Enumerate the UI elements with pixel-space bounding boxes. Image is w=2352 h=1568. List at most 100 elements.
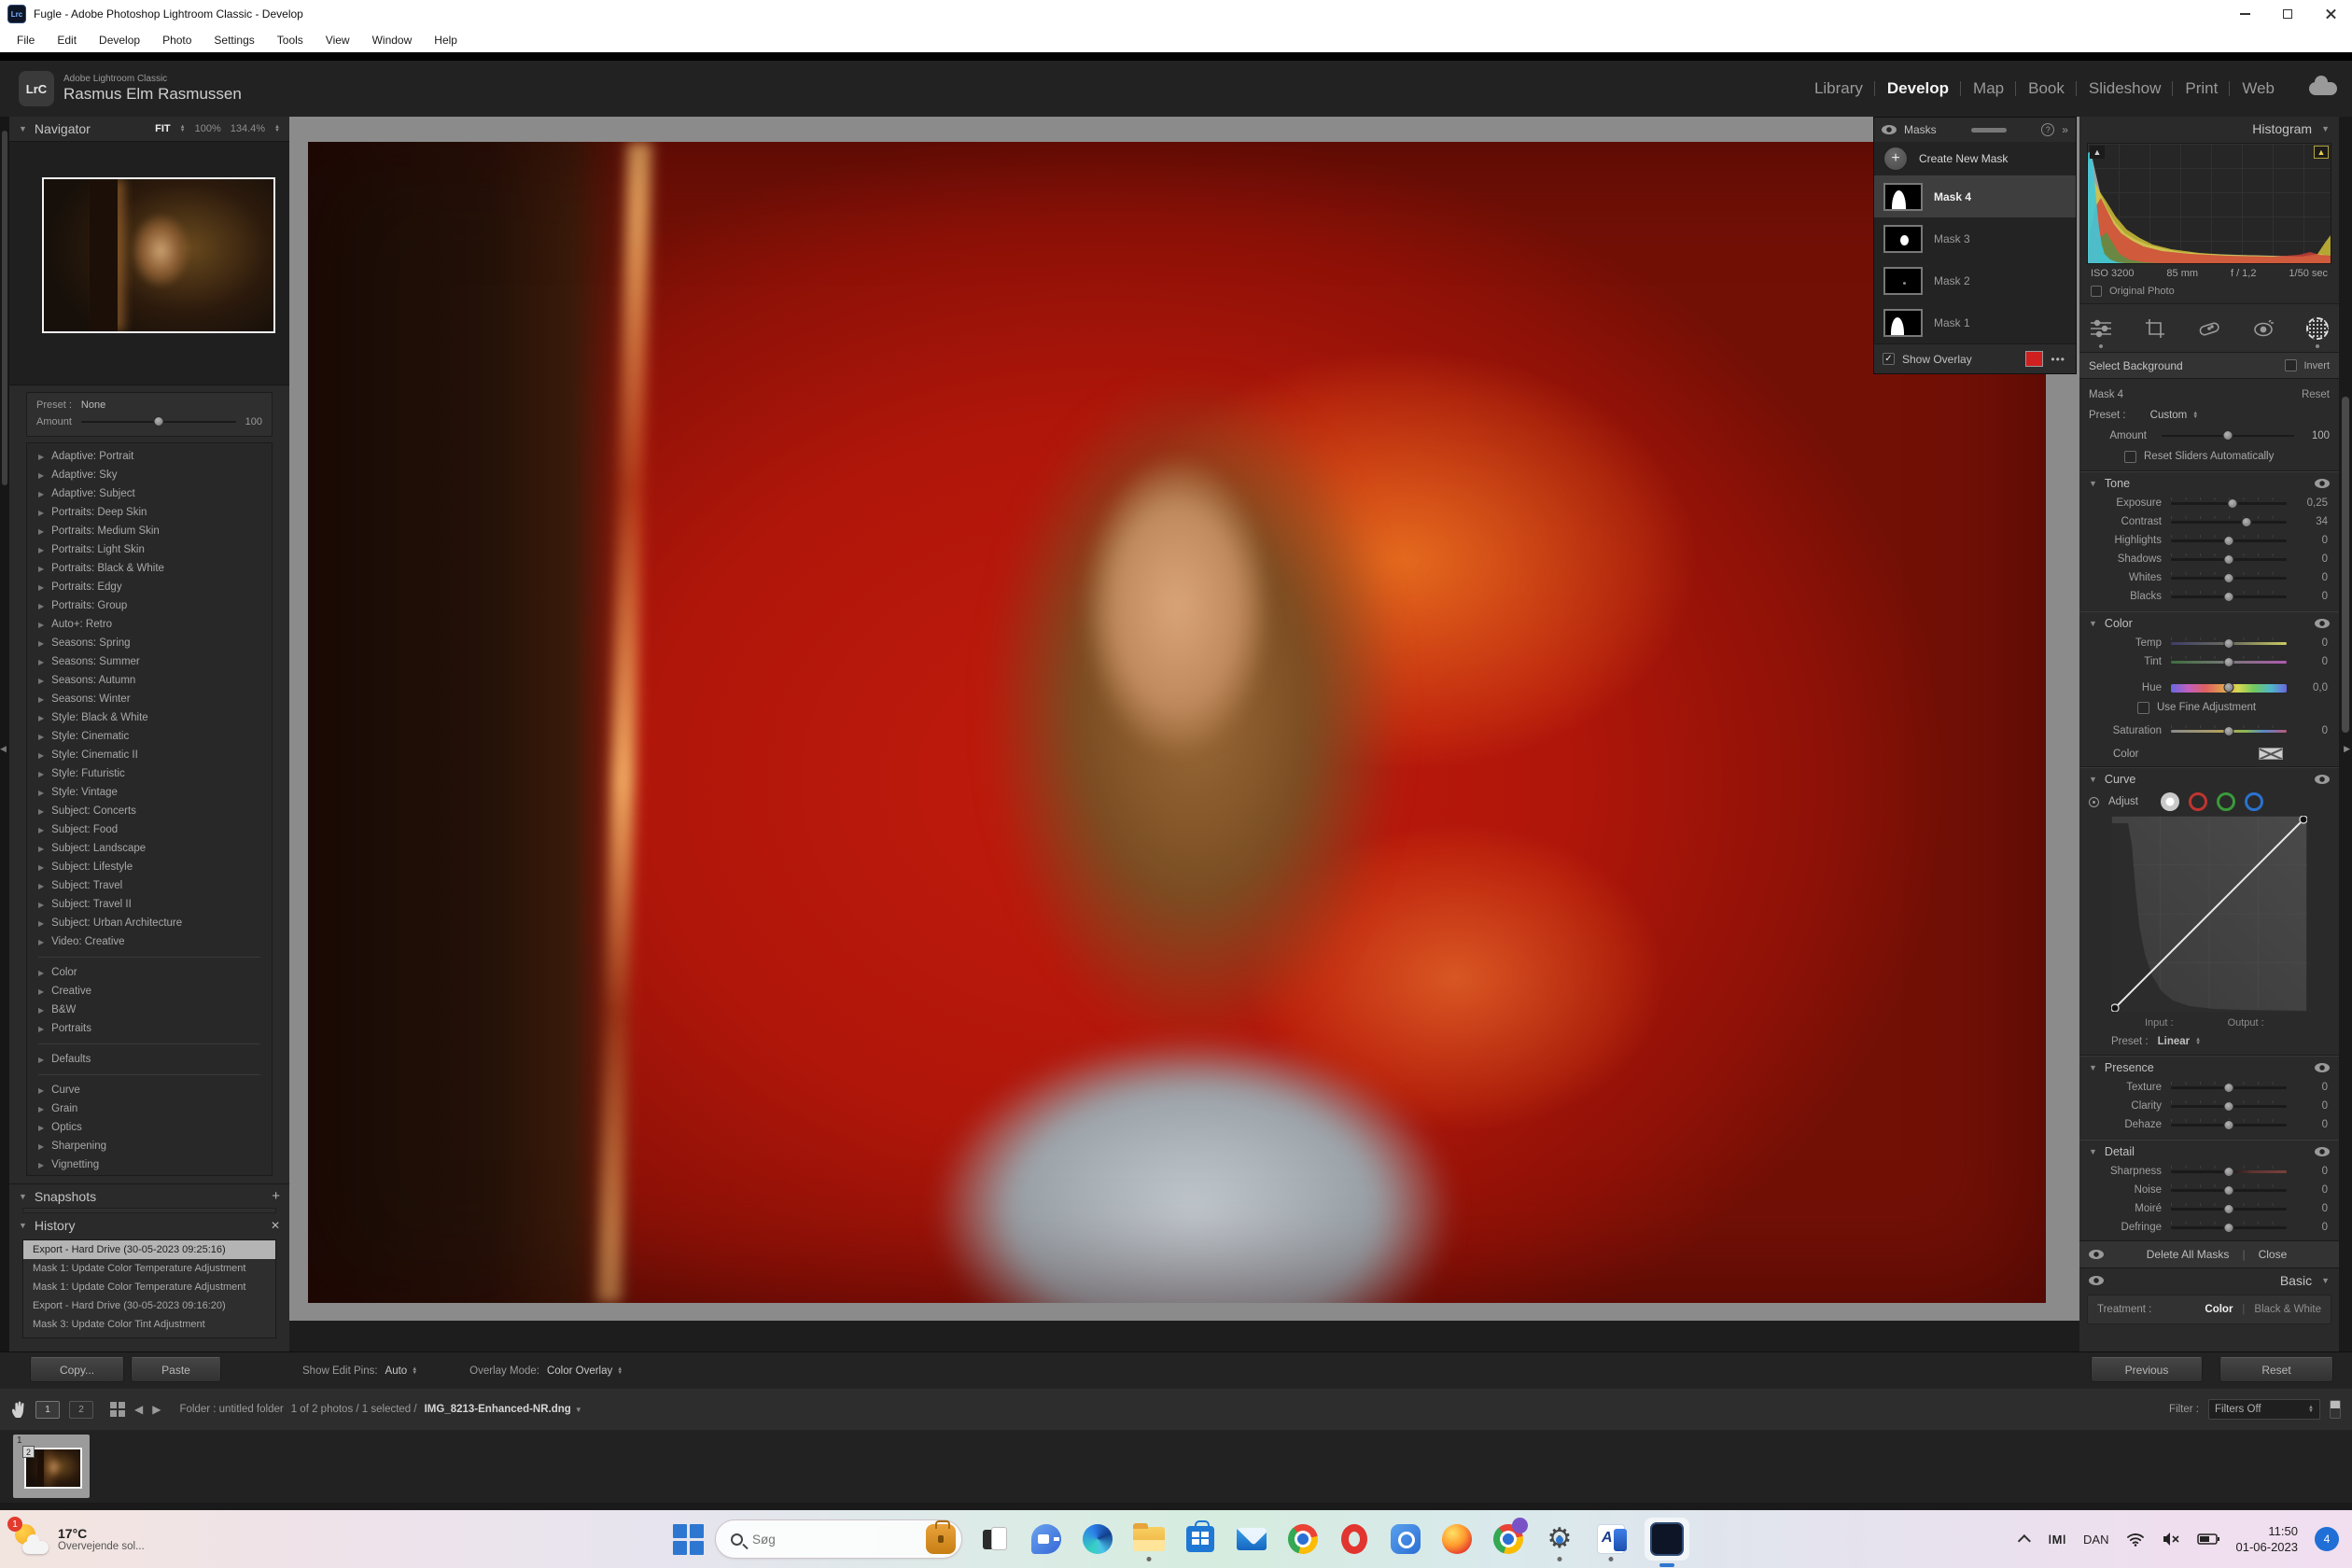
slider-track[interactable]	[2171, 558, 2287, 561]
expand-triangle-icon[interactable]: ▶	[38, 807, 44, 816]
left-scrollbar[interactable]: ◀	[0, 117, 9, 1351]
preset-item[interactable]: ▶ Sharpening	[27, 1137, 272, 1155]
slider-thumb[interactable]	[2224, 657, 2234, 667]
cloud-sync-icon[interactable]	[2309, 82, 2337, 95]
masking-tool-icon[interactable]	[2305, 316, 2330, 341]
preset-item[interactable]: ▶ Adaptive: Subject	[27, 484, 272, 503]
slider-track[interactable]	[2171, 595, 2287, 598]
eye-icon[interactable]	[2315, 619, 2330, 628]
chrome-icon[interactable]	[1285, 1521, 1321, 1557]
curve-channel-blue[interactable]	[2245, 792, 2263, 811]
expand-triangle-icon[interactable]: ▶	[38, 770, 44, 778]
slider-thumb[interactable]	[153, 416, 163, 427]
navigator-header[interactable]: ▼ Navigator FIT ▲▼ 100% 134.4% ▲▼	[9, 117, 289, 141]
preset-item[interactable]: ▶ Adaptive: Portrait	[27, 447, 272, 466]
scrollbar-thumb[interactable]	[2, 131, 7, 485]
eye-icon[interactable]	[1882, 125, 1897, 134]
module-tab[interactable]: Library	[1802, 79, 1875, 98]
preset-item[interactable]: ▶ Subject: Food	[27, 820, 272, 839]
start-button[interactable]	[670, 1521, 706, 1557]
expand-triangle-icon[interactable]: ▶	[38, 490, 44, 498]
expand-triangle-icon[interactable]: ▶	[38, 882, 44, 890]
paste-button[interactable]: Paste	[131, 1357, 221, 1382]
curve-channel-all[interactable]	[2161, 792, 2179, 811]
main-photo[interactable]	[308, 142, 2046, 1303]
slider-thumb[interactable]	[2224, 682, 2234, 693]
curve-preset-select[interactable]: Linear ▲▼	[2158, 1036, 2201, 1047]
filename-menu[interactable]: IMG_8213-Enhanced-NR.dng▼	[425, 1404, 590, 1415]
slider-thumb[interactable]	[2224, 1101, 2234, 1112]
slider-thumb[interactable]	[2224, 592, 2234, 602]
history-header[interactable]: ▼ History ✕	[9, 1213, 289, 1238]
preset-item[interactable]: ▶ Color	[27, 963, 272, 982]
mask-amount-slider[interactable]	[2162, 435, 2294, 437]
color-header[interactable]: ▼ Color	[2079, 611, 2339, 634]
menu-item[interactable]: Settings	[203, 34, 265, 47]
weather-widget[interactable]: 1 17°C Overvejende sol...	[0, 1520, 280, 1558]
navigator-zoom-100[interactable]: 100%	[195, 123, 221, 134]
top-panel-collapse[interactable]: ▲	[0, 52, 2352, 61]
preset-item[interactable]: ▶ Style: Cinematic	[27, 727, 272, 746]
clear-history-icon[interactable]: ✕	[271, 1219, 280, 1232]
show-overlay-checkbox[interactable]: ✓	[1883, 353, 1895, 365]
expand-triangle-icon[interactable]: ▶	[38, 1124, 44, 1132]
file-explorer-icon[interactable]	[1131, 1521, 1167, 1557]
navigator-thumbnail[interactable]	[42, 177, 275, 333]
module-tab[interactable]: Web	[2230, 79, 2287, 98]
bottom-panel-collapse[interactable]: ▼	[0, 1503, 2352, 1510]
show-edit-pins-select[interactable]: Auto ▲▼	[385, 1365, 418, 1377]
tray-expand-icon[interactable]	[2018, 1534, 2031, 1547]
presence-header[interactable]: ▼ Presence	[2079, 1056, 2339, 1078]
shadow-clipping-icon[interactable]: ▲	[2090, 146, 2105, 159]
expand-triangle-icon[interactable]: ▶	[38, 583, 44, 592]
collapse-panel-icon[interactable]: »	[2062, 123, 2068, 136]
expand-triangle-icon[interactable]: ▶	[38, 826, 44, 834]
invert-checkbox[interactable]	[2285, 359, 2297, 371]
menu-item[interactable]: Help	[423, 34, 469, 47]
expand-triangle-icon[interactable]: ▶	[38, 714, 44, 722]
create-new-mask-button[interactable]: + Create New Mask	[1874, 142, 2076, 175]
slider-thumb[interactable]	[2224, 573, 2234, 583]
right-scrollbar[interactable]: ▶	[2339, 117, 2352, 1351]
help-icon[interactable]: ?	[2041, 123, 2054, 136]
menu-item[interactable]: Tools	[266, 34, 315, 47]
preset-item[interactable]: ▶ Subject: Travel	[27, 876, 272, 895]
eye-icon[interactable]	[2315, 1147, 2330, 1156]
slider-thumb[interactable]	[2224, 1223, 2234, 1233]
slider-track[interactable]	[2171, 502, 2287, 505]
overlay-mode-select[interactable]: Color Overlay ▲▼	[547, 1365, 623, 1377]
tone-curve[interactable]	[2111, 816, 2307, 1012]
drag-handle[interactable]	[1971, 128, 2007, 133]
expand-triangle-icon[interactable]: ▶	[38, 789, 44, 797]
expand-triangle-icon[interactable]: ▶	[38, 938, 44, 946]
slider-track[interactable]	[2171, 1189, 2287, 1192]
Mask 4[interactable]: Mask 4	[1874, 175, 2076, 217]
collapse-left-icon[interactable]: ◀	[0, 744, 7, 754]
zoom-updown-icon[interactable]: ▲▼	[274, 125, 280, 133]
filter-toggle[interactable]	[2330, 1400, 2341, 1419]
expand-triangle-icon[interactable]: ▶	[38, 1006, 44, 1015]
expand-triangle-icon[interactable]: ▶	[38, 527, 44, 536]
module-tab[interactable]: Slideshow	[2077, 79, 2174, 98]
taskbar-search[interactable]	[715, 1519, 962, 1559]
slider-thumb[interactable]	[2224, 554, 2234, 565]
menu-item[interactable]: Develop	[88, 34, 151, 47]
maximize-button[interactable]	[2266, 0, 2309, 28]
fit-updown-icon[interactable]: ▲▼	[180, 125, 186, 133]
previous-photo-icon[interactable]: ◀	[134, 1403, 143, 1416]
slider-thumb[interactable]	[2223, 430, 2233, 441]
highlight-clipping-icon[interactable]: ▲	[2314, 146, 2329, 159]
module-tab[interactable]: Develop	[1875, 79, 1961, 98]
mask-preset-select[interactable]: Custom ▲▼	[2150, 410, 2199, 421]
expand-triangle-icon[interactable]: ▶	[38, 733, 44, 741]
messenger-app-icon[interactable]	[1388, 1521, 1423, 1557]
expand-triangle-icon[interactable]: ▶	[38, 1086, 44, 1095]
expand-triangle-icon[interactable]: ▶	[38, 845, 44, 853]
microsoft-store-icon[interactable]	[1183, 1521, 1218, 1557]
eye-icon[interactable]	[2089, 1276, 2104, 1285]
copy-button[interactable]: Copy...	[30, 1357, 124, 1382]
task-view-icon[interactable]	[977, 1521, 1013, 1557]
curve-header[interactable]: ▼ Curve	[2079, 767, 2339, 790]
second-screen-button[interactable]: 2	[69, 1401, 93, 1419]
language-indicator[interactable]: DAN	[2083, 1533, 2108, 1547]
